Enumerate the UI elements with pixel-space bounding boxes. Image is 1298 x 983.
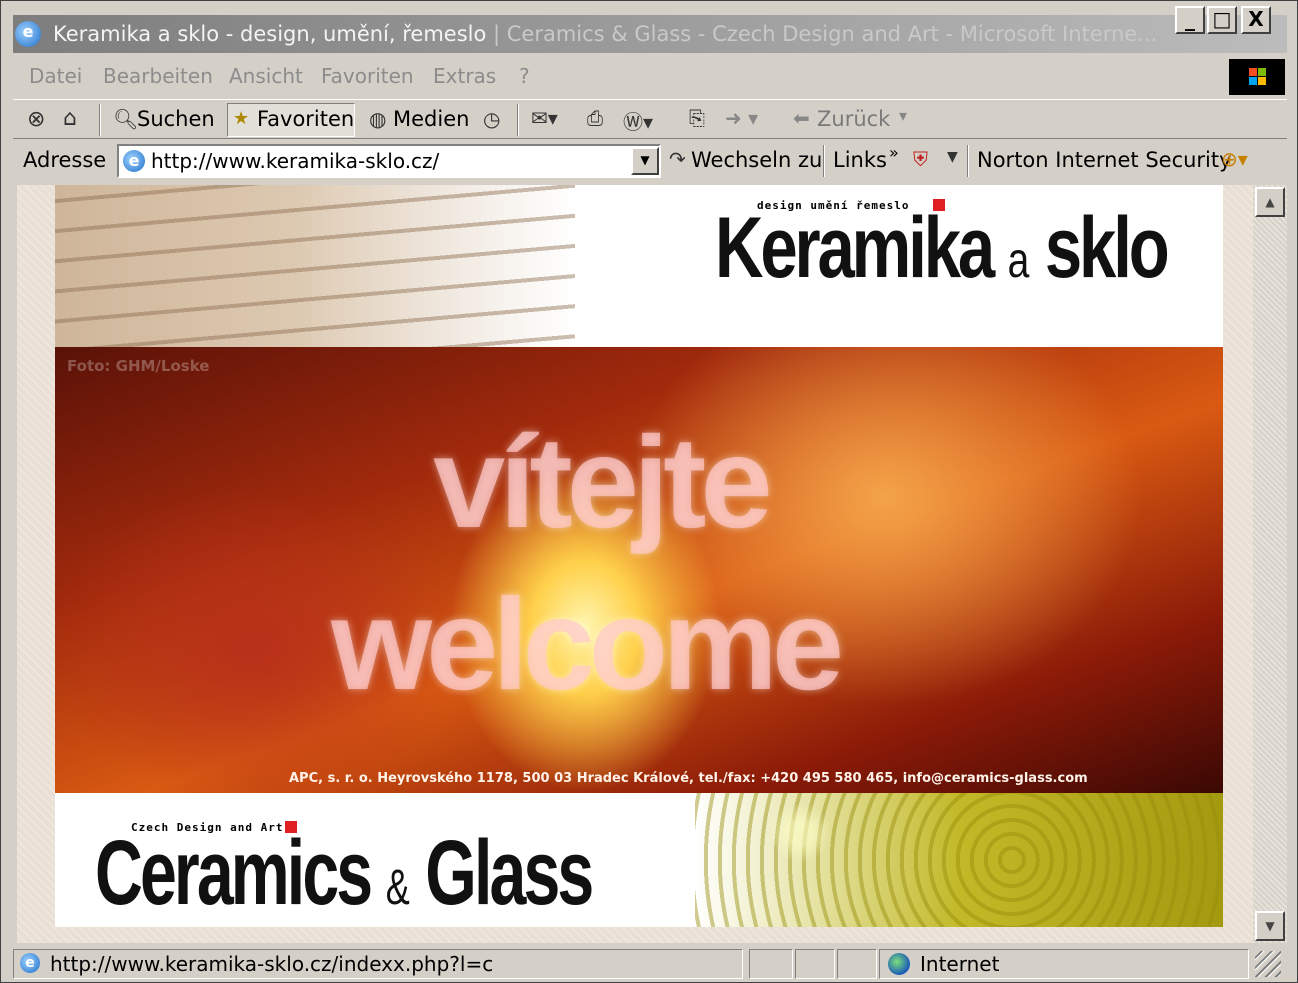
address-dropdown-button[interactable]: ▼ [631,147,659,175]
back-button[interactable]: Zurück [817,107,890,131]
menu-extras[interactable]: Extras [433,64,496,88]
welcome-hero-image[interactable]: Foto: GHM/Loske vítejte welcome APC, s. … [55,347,1223,793]
glass-texture-image [695,793,1223,927]
media-button[interactable]: Medien [393,107,469,131]
address-toolbar: Adresse e ▼ ↷ Wechseln zu Links » ⛨ ▼ No… [13,141,1287,181]
photo-credit: Foto: GHM/Loske [67,357,210,375]
page-viewport[interactable]: design umění řemeslo Keramika a sklo Fot… [17,185,1253,943]
go-button[interactable]: Wechseln zu [691,148,822,172]
title-bar[interactable]: e Keramika a sklo - design, umění, řemes… [13,15,1287,53]
welcome-czech-link[interactable]: vítejte [433,417,773,547]
favorites-label[interactable]: Favoriten [257,107,354,131]
address-label: Adresse [23,148,107,172]
welcome-english-link[interactable]: welcome [331,579,844,709]
address-input[interactable] [151,148,621,174]
norton-globe-icon[interactable]: ⊕▾ [1221,147,1248,171]
ceramics-glass-logo[interactable]: Czech Design and Art Ceramics & Glass [95,815,655,925]
standard-toolbar: ⊗ ⌂ 🔍︎ Suchen ★ Favoriten ◍ Medien ◷ ✉▾ … [13,99,1287,139]
menu-bar: Datei Bearbeiten Ansicht Favoriten Extra… [13,57,1287,95]
top-banner: design umění řemeslo Keramika a sklo [55,185,1223,347]
window-title: Keramika a sklo - design, umění, řemeslo… [53,22,1158,46]
maximize-button[interactable]: □ [1207,6,1237,34]
menu-ansicht[interactable]: Ansicht [229,64,303,88]
status-bar: e http://www.keramika-sklo.cz/indexx.php… [13,947,1287,981]
ie-app-icon[interactable]: e [15,21,41,47]
stop-icon[interactable]: ⊗ [27,107,45,132]
go-arrow-icon: ↷ [669,147,686,171]
bottom-banner: Czech Design and Art Ceramics & Glass [55,793,1223,927]
norton-security-button[interactable]: Norton Internet Security [977,148,1232,172]
logo-wordmark: Keramika a sklo [715,200,1170,296]
status-panel [795,949,835,979]
discuss-icon[interactable]: ⎘ [689,106,705,130]
windows-logo-icon [1229,59,1285,95]
menu-help[interactable]: ? [519,64,530,88]
scroll-down-button[interactable]: ▼ [1255,911,1285,941]
norton-icon[interactable]: ⛨ [913,147,928,171]
security-zone-panel[interactable]: Internet [879,949,1249,979]
browser-window: e Keramika a sklo - design, umění, řemes… [0,0,1298,983]
status-url-panel: e http://www.keramika-sklo.cz/indexx.php… [13,949,743,979]
internet-globe-icon [888,953,910,975]
zone-label: Internet [920,952,1000,976]
contact-address: APC, s. r. o. Heyrovského 1178, 500 03 H… [289,771,1088,786]
status-url: http://www.keramika-sklo.cz/indexx.php?l… [50,952,494,976]
clay-texture-image [55,185,575,347]
vertical-scrollbar[interactable]: ▲ ▼ [1253,185,1287,943]
keramika-sklo-logo[interactable]: design umění řemeslo Keramika a sklo [715,191,1215,341]
page-icon: e [123,150,145,172]
history-icon[interactable]: ◷ [483,107,500,131]
status-panel [837,949,877,979]
status-panel [749,949,793,979]
page-icon: e [20,953,40,973]
chevron-down-icon[interactable]: ▼ [947,149,958,165]
resize-grip-icon[interactable] [1255,951,1281,977]
links-more-chevron[interactable]: » [889,143,899,162]
home-icon[interactable]: ⌂ [63,106,77,131]
word-edit-icon[interactable]: Ⓦ▾ [623,106,653,135]
forward-arrow-icon[interactable]: ➜ ▾ [725,106,758,130]
media-icon: ◍ [369,107,387,131]
links-button[interactable]: Links [833,148,887,172]
favorites-icon: ★ [233,108,250,129]
search-button[interactable]: Suchen [137,107,215,131]
print-icon[interactable]: ⎙ [587,106,603,130]
close-button[interactable]: X [1241,6,1271,34]
chevron-down-icon[interactable]: ▾ [899,106,907,125]
menu-favoriten[interactable]: Favoriten [321,64,414,88]
menu-bearbeiten[interactable]: Bearbeiten [103,64,213,88]
logo-wordmark: Ceramics & Glass [95,822,594,924]
scroll-up-button[interactable]: ▲ [1255,187,1285,217]
address-field[interactable]: e ▼ [117,144,661,178]
mail-icon[interactable]: ✉▾ [531,106,558,130]
search-icon: 🔍︎ [113,107,139,131]
menu-datei[interactable]: Datei [29,64,82,88]
back-arrow-icon: ⬅ [793,106,810,130]
minimize-button[interactable]: _ [1175,6,1205,34]
